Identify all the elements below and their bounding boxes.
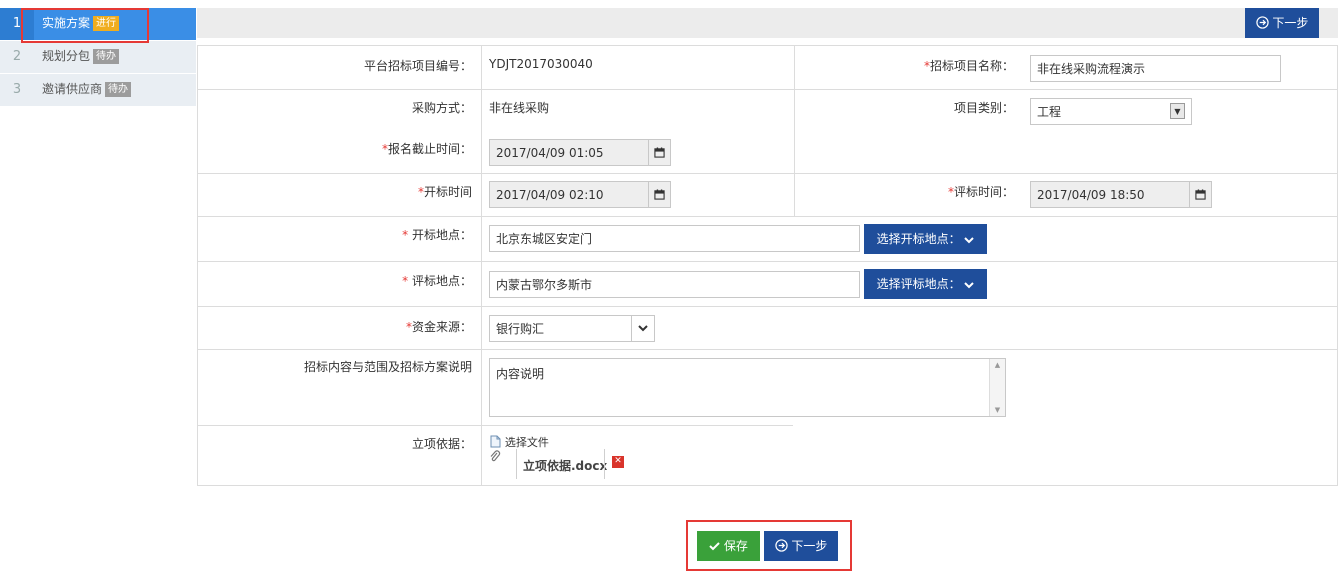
next-label: 下一步 [1272, 16, 1309, 30]
eval-time-input[interactable]: 2017/04/09 18:50 [1030, 181, 1190, 208]
arrow-circle-right-icon [774, 539, 788, 552]
paperclip-icon [490, 450, 501, 462]
save-label: 保存 [723, 539, 748, 553]
open-time-label: *开标时间 [417, 185, 472, 199]
purchase-method-value: 非在线采购 [489, 101, 550, 115]
fund-source-label: *资金来源： [405, 320, 472, 334]
eval-time-label: *评标时间： [947, 185, 1014, 199]
open-place-label: * 开标地点： [402, 228, 472, 242]
content-textarea[interactable]: 内容说明 [489, 358, 1006, 417]
status-badge: 待办 [93, 49, 120, 64]
fund-source-value: 银行购汇 [496, 322, 545, 336]
calendar-icon[interactable] [648, 139, 671, 166]
file-name: 立项依据.docx [523, 459, 608, 473]
chevron-down-icon [964, 282, 975, 289]
project-type-label: 项目类别： [953, 101, 1014, 115]
project-name-label: *招标项目名称： [923, 59, 1014, 73]
select-open-place-button[interactable]: 选择开标地点： [864, 224, 987, 254]
textarea-scrollbar[interactable]: ▲ ▼ [989, 359, 1005, 416]
project-name-input[interactable]: 非在线采购流程演示 [1030, 55, 1281, 82]
top-next-button[interactable]: 下一步 [1245, 8, 1319, 38]
row-divider [198, 89, 1337, 90]
highlight-box [21, 8, 149, 43]
open-place-input[interactable]: 北京东城区安定门 [489, 225, 860, 252]
eval-place-input[interactable]: 内蒙古鄂尔多斯市 [489, 271, 860, 298]
purchase-method-label: 采购方式： [411, 101, 472, 115]
calendar-icon[interactable] [648, 181, 671, 208]
column-divider [481, 46, 482, 485]
project-type-select[interactable]: 工程 [1030, 98, 1192, 125]
file-divider [604, 449, 605, 479]
step-label: 规划分包 [42, 49, 91, 63]
chevron-down-icon [964, 237, 975, 244]
arrow-circle-right-icon [1255, 16, 1269, 29]
bottom-next-button[interactable]: 下一步 [764, 531, 838, 561]
row-divider [198, 306, 1337, 307]
signup-deadline-input[interactable]: 2017/04/09 01:05 [489, 139, 649, 166]
step-number: 2 [12, 49, 22, 64]
content-label: 招标内容与范围及招标方案说明 [303, 360, 472, 374]
chevron-down-icon[interactable] [631, 316, 654, 341]
step-package-planning[interactable]: 2 规划分包 待办 [0, 41, 196, 74]
eval-place-label: * 评标地点： [402, 274, 472, 288]
column-divider [794, 46, 795, 216]
file-icon [490, 435, 501, 448]
choose-file-label: 选择文件 [504, 436, 549, 449]
step-label: 邀请供应商 [42, 82, 103, 96]
signup-deadline-label: *报名截止时间： [381, 142, 472, 156]
calendar-icon[interactable] [1189, 181, 1212, 208]
choose-file-link[interactable]: 选择文件 [490, 434, 549, 450]
row-divider [198, 425, 793, 426]
check-icon [709, 542, 720, 551]
project-no-value: YDJT2017030040 [489, 57, 593, 71]
chevron-down-icon[interactable]: ▼ [1170, 103, 1185, 119]
basis-label: 立项依据： [411, 437, 472, 451]
step-number: 3 [12, 82, 22, 97]
save-button[interactable]: 保存 [697, 531, 760, 561]
select-open-place-label: 选择开标地点： [876, 232, 961, 246]
top-toolbar [197, 8, 1338, 38]
row-divider [198, 173, 1337, 174]
project-type-value: 工程 [1037, 105, 1062, 119]
close-icon[interactable]: ✕ [612, 456, 624, 468]
status-badge: 待办 [105, 82, 132, 97]
row-divider [198, 349, 1337, 350]
open-time-input[interactable]: 2017/04/09 02:10 [489, 181, 649, 208]
step-invite-suppliers[interactable]: 3 邀请供应商 待办 [0, 74, 196, 107]
select-eval-place-button[interactable]: 选择评标地点： [864, 269, 987, 299]
row-divider [198, 216, 1337, 217]
select-eval-place-label: 选择评标地点： [876, 277, 961, 291]
next-label: 下一步 [791, 539, 828, 553]
row-divider [198, 261, 1337, 262]
project-no-label: 平台招标项目编号： [363, 59, 472, 73]
file-divider [516, 449, 517, 479]
